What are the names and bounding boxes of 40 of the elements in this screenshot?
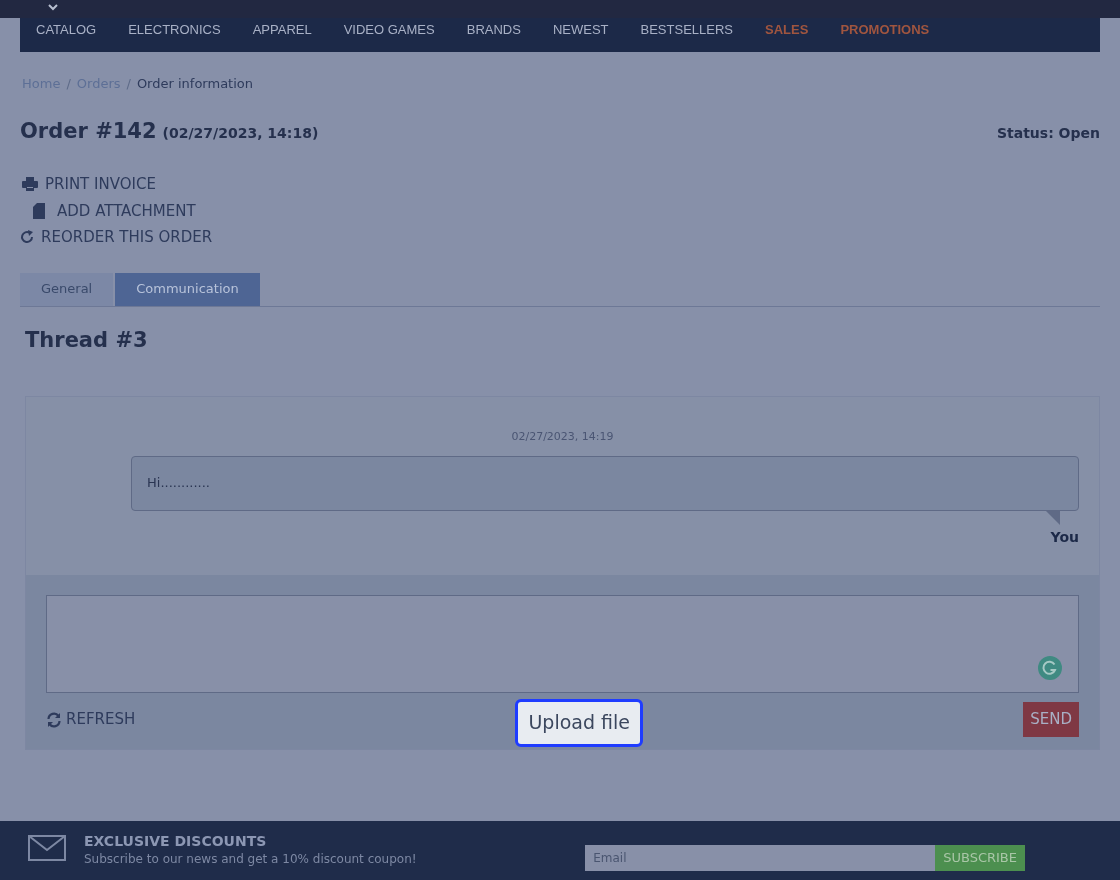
tab[interactable]: General: [20, 272, 114, 306]
order-status: Status: Open: [996, 123, 1100, 143]
nav-link[interactable]: BESTSELLERS: [640, 20, 734, 40]
message-bubble: Hi............: [131, 455, 1079, 511]
nav-link[interactable]: NEWEST: [552, 20, 609, 40]
message-input[interactable]: [46, 594, 1079, 693]
grammar-check-icon[interactable]: [1038, 655, 1062, 680]
printer-icon: [22, 177, 38, 192]
breadcrumb-separator: /: [66, 75, 71, 93]
nav-link[interactable]: PROMOTIONS: [840, 20, 930, 40]
nav-link[interactable]: APPAREL: [252, 20, 312, 40]
refresh-button[interactable]: REFRESH: [46, 708, 136, 731]
file-icon: [33, 202, 45, 219]
upload-file-button[interactable]: Upload file: [515, 698, 643, 747]
refresh-icon: [46, 711, 62, 728]
nav-link[interactable]: VIDEO GAMES: [343, 20, 435, 40]
envelope-icon: [28, 834, 66, 861]
bubble-tail: [1046, 510, 1060, 525]
footer-text: Subscribe to our news and get a 10% discount coupon!: [84, 851, 417, 867]
order-title: Order #142: [20, 117, 157, 145]
tab[interactable]: Communication: [115, 272, 260, 306]
subscribe-button[interactable]: SUBSCRIBE: [935, 844, 1025, 871]
email-field[interactable]: Email: [585, 844, 936, 871]
chevron-down-icon[interactable]: [47, 3, 59, 11]
action-link[interactable]: ADD ATTACHMENT: [33, 199, 196, 222]
nav-link[interactable]: BRANDS: [466, 20, 521, 40]
order-date: (02/27/2023, 14:18): [162, 123, 319, 143]
nav-link[interactable]: SALES: [765, 20, 809, 40]
message-author: You: [1050, 527, 1079, 547]
footer-heading: EXCLUSIVE DISCOUNTS: [84, 831, 268, 851]
action-link[interactable]: REORDER THIS ORDER: [20, 226, 213, 249]
message-time: 02/27/2023, 14:19: [511, 429, 614, 445]
thread-title: Thread #3: [25, 326, 149, 354]
action-link[interactable]: PRINT INVOICE: [22, 173, 156, 196]
send-button[interactable]: SEND: [1023, 702, 1079, 737]
breadcrumb-current: Order information: [136, 75, 253, 93]
breadcrumb-separator: /: [126, 75, 131, 93]
refresh-icon: [20, 230, 34, 245]
nav-link[interactable]: CATALOG: [36, 20, 97, 40]
nav-link[interactable]: ELECTRONICS: [128, 20, 221, 40]
